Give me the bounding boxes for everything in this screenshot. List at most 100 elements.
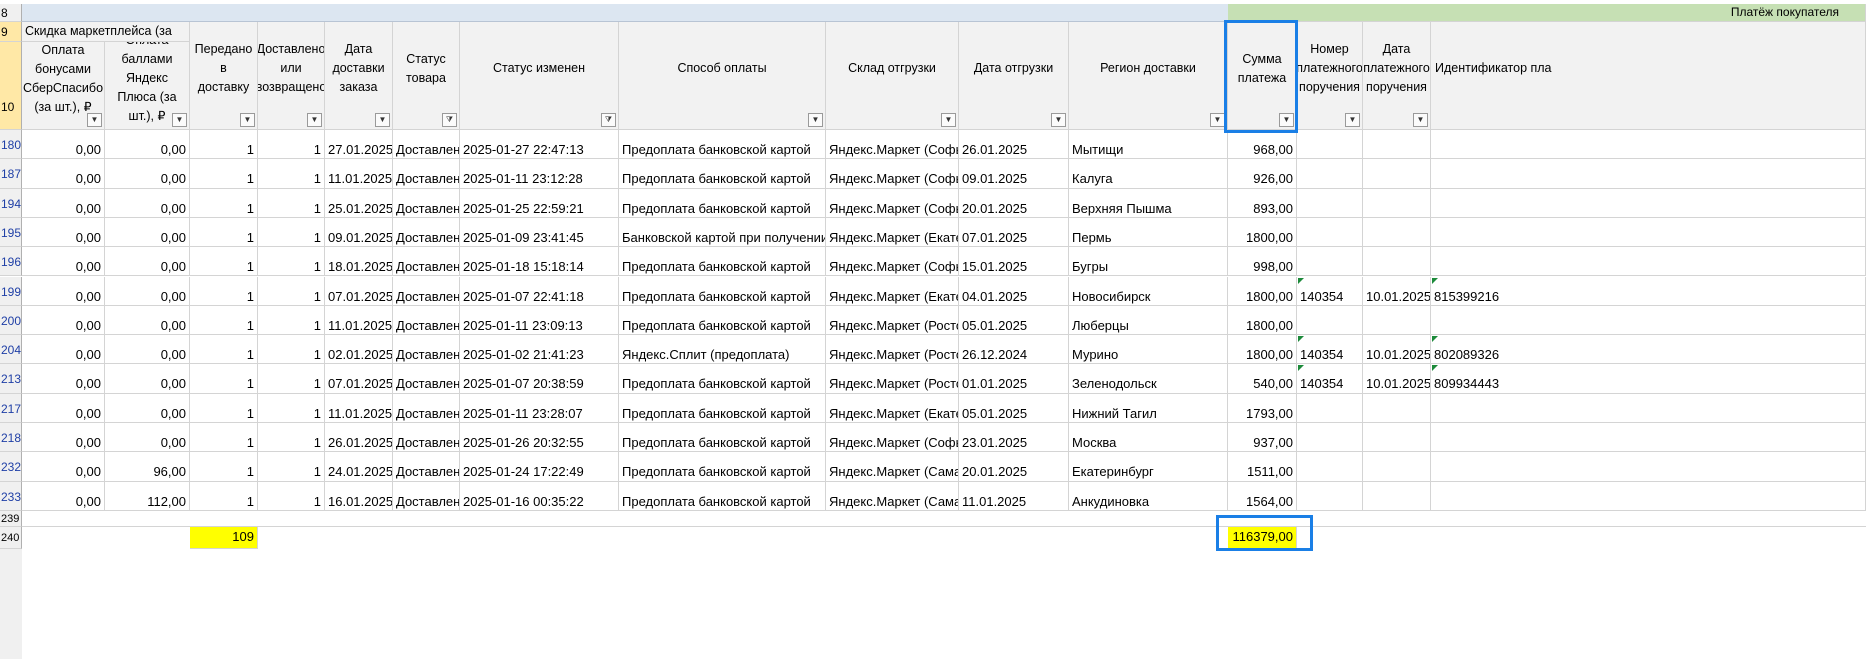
cell-region[interactable]: Пермь	[1069, 217, 1228, 248]
cell-warehouse[interactable]: Яндекс.Маркет (Софьи	[826, 423, 959, 453]
cell-order_date[interactable]: 18.01.2025	[325, 247, 393, 277]
cell-pay_method[interactable]: Предоплата банковской картой	[619, 276, 826, 306]
cell-amount[interactable]: 1793,00	[1228, 393, 1297, 423]
cell-ship_date[interactable]: 05.01.2025	[959, 305, 1069, 336]
cell-pay_method[interactable]: Яндекс.Сплит (предоплата)	[619, 335, 826, 365]
cell-region[interactable]: Москва	[1069, 423, 1228, 453]
cell-pay_method[interactable]: Предоплата банковской картой	[619, 188, 826, 218]
cell-order_no[interactable]	[1297, 423, 1363, 453]
cell-warehouse[interactable]: Яндекс.Маркет (Екатер	[826, 217, 959, 248]
cell-yandex_plus[interactable]: 0,00	[105, 217, 190, 248]
cell-order_no[interactable]	[1297, 130, 1363, 160]
cell-amount[interactable]: 1800,00	[1228, 217, 1297, 248]
cell-shipped[interactable]: 1	[190, 217, 258, 248]
cell-ident[interactable]	[1431, 159, 1866, 189]
cell-status_changed[interactable]: 2025-01-07 22:41:18	[460, 276, 619, 306]
cell-amount[interactable]: 926,00	[1228, 159, 1297, 189]
cell-delivered[interactable]: 1	[258, 423, 325, 453]
cell-status[interactable]: Доставлен (	[393, 130, 460, 160]
cell-ident[interactable]	[1431, 217, 1866, 248]
cell-ship_date[interactable]: 05.01.2025	[959, 393, 1069, 423]
row-number[interactable]: 204	[0, 335, 22, 365]
cell-order_pay_date[interactable]	[1363, 481, 1431, 511]
cell-status_changed[interactable]: 2025-01-26 20:32:55	[460, 423, 619, 453]
cell-order_pay_date[interactable]	[1363, 130, 1431, 160]
cell-pay_method[interactable]: Предоплата банковской картой	[619, 452, 826, 482]
cell-delivered[interactable]: 1	[258, 217, 325, 248]
cell-ship_date[interactable]: 20.01.2025	[959, 452, 1069, 482]
row-number[interactable]: 180	[0, 130, 22, 160]
cell-shipped[interactable]: 1	[190, 481, 258, 511]
cell-ship_date[interactable]: 26.01.2025	[959, 130, 1069, 160]
cell-pay_method[interactable]: Предоплата банковской картой	[619, 130, 826, 160]
cell-sber[interactable]: 0,00	[22, 159, 105, 189]
cell-yandex_plus[interactable]: 0,00	[105, 335, 190, 365]
cell-pay_method[interactable]: Предоплата банковской картой	[619, 393, 826, 423]
cell-order_no[interactable]	[1297, 452, 1363, 482]
cell-order_no[interactable]	[1297, 188, 1363, 218]
cell-status_changed[interactable]: 2025-01-07 20:38:59	[460, 364, 619, 394]
cell-order_date[interactable]: 24.01.2025	[325, 452, 393, 482]
cell-yandex_plus[interactable]: 0,00	[105, 247, 190, 277]
cell-sber[interactable]: 0,00	[22, 247, 105, 277]
cell-delivered[interactable]: 1	[258, 188, 325, 218]
filter-dropdown-icon[interactable]: ▼	[307, 113, 322, 127]
total-shipped-cell[interactable]: 109	[190, 526, 258, 549]
row-number-8[interactable]: 8	[0, 4, 22, 22]
col-header-ident[interactable]: Идентификатор пла	[1431, 22, 1866, 130]
cell-order_date[interactable]: 27.01.2025	[325, 130, 393, 160]
cell-amount[interactable]: 540,00	[1228, 364, 1297, 394]
cell-amount[interactable]: 968,00	[1228, 130, 1297, 160]
filter-dropdown-icon[interactable]: ▼	[1279, 113, 1294, 127]
col-header-region[interactable]: Регион доставки	[1069, 22, 1228, 130]
cell-sber[interactable]: 0,00	[22, 423, 105, 453]
cell-sber[interactable]: 0,00	[22, 130, 105, 160]
cell-order_date[interactable]: 07.01.2025	[325, 364, 393, 394]
cell-ship_date[interactable]: 23.01.2025	[959, 423, 1069, 453]
cell-pay_method[interactable]: Предоплата банковской картой	[619, 247, 826, 277]
filter-dropdown-icon[interactable]: ▼	[172, 113, 187, 127]
cell-ident[interactable]: 802089326	[1431, 335, 1866, 365]
cell-ship_date[interactable]: 07.01.2025	[959, 217, 1069, 248]
cell-order_no[interactable]	[1297, 217, 1363, 248]
filter-dropdown-icon[interactable]: ▼	[1413, 113, 1428, 127]
cell-delivered[interactable]: 1	[258, 481, 325, 511]
filter-dropdown-icon[interactable]: ▼	[1345, 113, 1360, 127]
cell-sber[interactable]: 0,00	[22, 335, 105, 365]
cell-shipped[interactable]: 1	[190, 305, 258, 336]
cell-shipped[interactable]: 1	[190, 188, 258, 218]
row-number-9[interactable]: 9	[0, 22, 22, 42]
cell-pay_method[interactable]: Предоплата банковской картой	[619, 481, 826, 511]
row-number[interactable]: 196	[0, 247, 22, 277]
filter-dropdown-icon[interactable]: ▼	[87, 113, 102, 127]
cell-ident[interactable]	[1431, 481, 1866, 511]
cell-amount[interactable]: 1800,00	[1228, 335, 1297, 365]
cell-order_no[interactable]	[1297, 305, 1363, 336]
filter-funnel-icon[interactable]: ⧩	[442, 113, 457, 127]
cell-yandex_plus[interactable]: 0,00	[105, 188, 190, 218]
cell-order_no[interactable]	[1297, 247, 1363, 277]
cell-region[interactable]: Бугры	[1069, 247, 1228, 277]
cell-status[interactable]: Доставлен (	[393, 423, 460, 453]
cell-status_changed[interactable]: 2025-01-27 22:47:13	[460, 130, 619, 160]
cell-warehouse[interactable]: Яндекс.Маркет (Софьи	[826, 247, 959, 277]
cell-ident[interactable]: 815399216	[1431, 276, 1866, 306]
cell-order_no[interactable]	[1297, 481, 1363, 511]
col-header-status_changed[interactable]: Статус изменен	[460, 22, 619, 130]
cell-delivered[interactable]: 1	[258, 247, 325, 277]
cell-ident[interactable]	[1431, 247, 1866, 277]
cell-order_pay_date[interactable]	[1363, 159, 1431, 189]
cell-sber[interactable]: 0,00	[22, 276, 105, 306]
cell-pay_method[interactable]: Предоплата банковской картой	[619, 305, 826, 336]
cell-ident[interactable]	[1431, 452, 1866, 482]
cell-shipped[interactable]: 1	[190, 335, 258, 365]
cell-order_pay_date[interactable]	[1363, 305, 1431, 336]
filter-dropdown-icon[interactable]: ▼	[1051, 113, 1066, 127]
cell-ident[interactable]: 809934443	[1431, 364, 1866, 394]
cell-region[interactable]: Анкудиновка	[1069, 481, 1228, 511]
cell-ident[interactable]	[1431, 393, 1866, 423]
cell-sber[interactable]: 0,00	[22, 481, 105, 511]
cell-amount[interactable]: 998,00	[1228, 247, 1297, 277]
cell-order_date[interactable]: 26.01.2025	[325, 423, 393, 453]
cell-order_date[interactable]: 07.01.2025	[325, 276, 393, 306]
